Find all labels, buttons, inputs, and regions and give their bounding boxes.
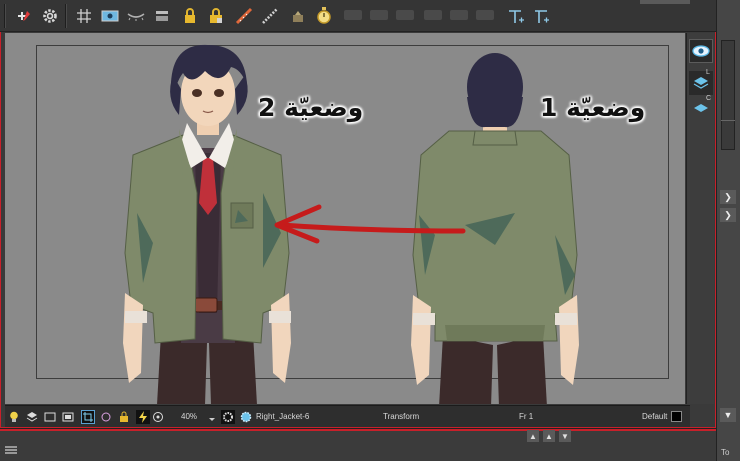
disabled-tool-icon — [344, 10, 362, 20]
dock-divider — [721, 120, 735, 121]
crop-icon[interactable] — [81, 410, 95, 424]
disabled-tool-icon — [476, 10, 494, 20]
lock-icon[interactable] — [180, 6, 200, 26]
zoom-dropdown-icon[interactable] — [209, 418, 215, 421]
view-side-panel: L C — [686, 33, 714, 404]
grid-icon[interactable] — [74, 6, 94, 26]
disabled-tool-icon — [396, 10, 414, 20]
harmony-drawing-window: وضعيّة 2 وضعيّة 1 L C ❯ ❯ ▼ To 40% Right… — [0, 0, 740, 461]
ruler-icon[interactable] — [234, 6, 254, 26]
zoom-level[interactable]: 40% — [181, 412, 197, 421]
clear-icon[interactable] — [152, 6, 172, 26]
onion-skin-toggle-icon[interactable] — [99, 410, 113, 424]
drawing-layer-icon[interactable] — [239, 410, 253, 424]
frame-view-icon[interactable] — [43, 410, 57, 424]
camera-view[interactable]: وضعيّة 2 وضعيّة 1 — [5, 33, 685, 404]
drawing-tab-edge[interactable] — [640, 0, 690, 4]
toolbar-separator — [4, 4, 6, 28]
current-tool-name: Transform — [383, 412, 420, 421]
scroll-up-alt-icon[interactable]: ▲ — [543, 430, 555, 442]
dock-panel-edge — [721, 40, 735, 150]
expand-right-icon[interactable]: ❯ — [720, 208, 736, 222]
show-all-icon[interactable] — [100, 6, 120, 26]
onion-skin-icon[interactable] — [126, 6, 146, 26]
add-peg-icon[interactable] — [506, 6, 526, 26]
lock-all-icon[interactable] — [206, 6, 226, 26]
red-arrow-annotation — [274, 204, 466, 244]
pencil-ruler-icon[interactable] — [260, 6, 280, 26]
ink-bottle-icon[interactable] — [288, 6, 308, 26]
disabled-tool-icon — [450, 10, 468, 20]
scroll-down-icon[interactable]: ▼ — [720, 408, 736, 422]
top-toolbar — [0, 0, 716, 32]
light-table-letter: L — [706, 69, 710, 76]
bottom-panel: ▲ ▲ ▼ — [0, 428, 716, 461]
pivot-gear-icon[interactable] — [221, 410, 235, 424]
add-peg-child-icon[interactable] — [532, 6, 552, 26]
toolbar-separator — [65, 4, 67, 28]
palette-name: Default — [642, 412, 668, 421]
current-layer-name: Right_Jacket-6 — [256, 412, 310, 421]
disabled-tool-icon — [424, 10, 442, 20]
active-view-border-bottom — [0, 429, 716, 431]
lock-toggle-icon[interactable] — [117, 410, 131, 424]
right-dock-strip: ❯ ❯ ▼ To — [716, 0, 740, 461]
scroll-down-panel-icon[interactable]: ▼ — [559, 430, 571, 442]
settings-gear-icon[interactable] — [40, 6, 60, 26]
quick-render-icon[interactable] — [136, 410, 150, 424]
layers-icon[interactable] — [25, 410, 39, 424]
collapse-right-icon[interactable]: ❯ — [720, 190, 736, 204]
eye-icon[interactable] — [689, 39, 713, 63]
tool-properties-tab-label[interactable]: To — [721, 448, 729, 457]
safe-area-icon[interactable] — [61, 410, 75, 424]
reset-view-icon[interactable] — [151, 410, 165, 424]
light-bulb-icon[interactable] — [7, 410, 21, 424]
pose-1-label: وضعيّة 1 — [540, 93, 646, 122]
current-frame: Fr 1 — [519, 412, 534, 421]
stopwatch-icon[interactable] — [314, 6, 334, 26]
panel-menu-icon[interactable] — [4, 442, 18, 454]
scroll-up-icon[interactable]: ▲ — [527, 430, 539, 442]
copy-letter: C — [706, 95, 712, 102]
view-status-bar: 40% Right_Jacket-6 Transform Fr 1 Defaul… — [5, 405, 690, 427]
current-color-swatch[interactable] — [671, 411, 682, 422]
pose-2-label: وضعيّة 2 — [258, 93, 364, 122]
disabled-tool-icon — [370, 10, 388, 20]
add-drawing-icon[interactable] — [14, 6, 34, 26]
